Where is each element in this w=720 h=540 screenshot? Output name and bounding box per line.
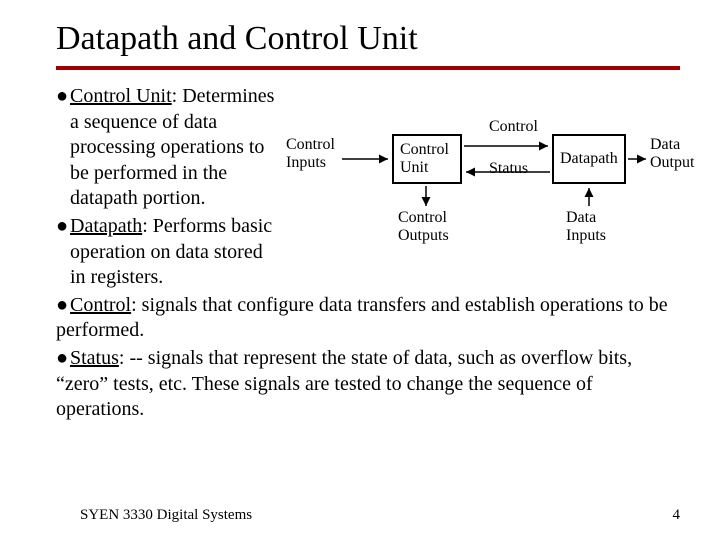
diagram-arrows (286, 104, 696, 264)
page-title: Datapath and Control Unit (56, 20, 680, 58)
bullet-status: ●Status: -- signals that represent the s… (56, 346, 680, 423)
title-rule (56, 66, 680, 70)
content-area: ●Control Unit: Determines a sequence of … (56, 84, 680, 423)
bullet-control: ●Control: signals that configure data tr… (56, 293, 680, 344)
footer-course: SYEN 3330 Digital Systems (80, 507, 252, 524)
block-diagram: Control Unit Datapath ControlInputs Cont… (286, 104, 696, 264)
footer-page-number: 4 (673, 507, 681, 524)
footer: SYEN 3330 Digital Systems 4 (80, 507, 680, 524)
